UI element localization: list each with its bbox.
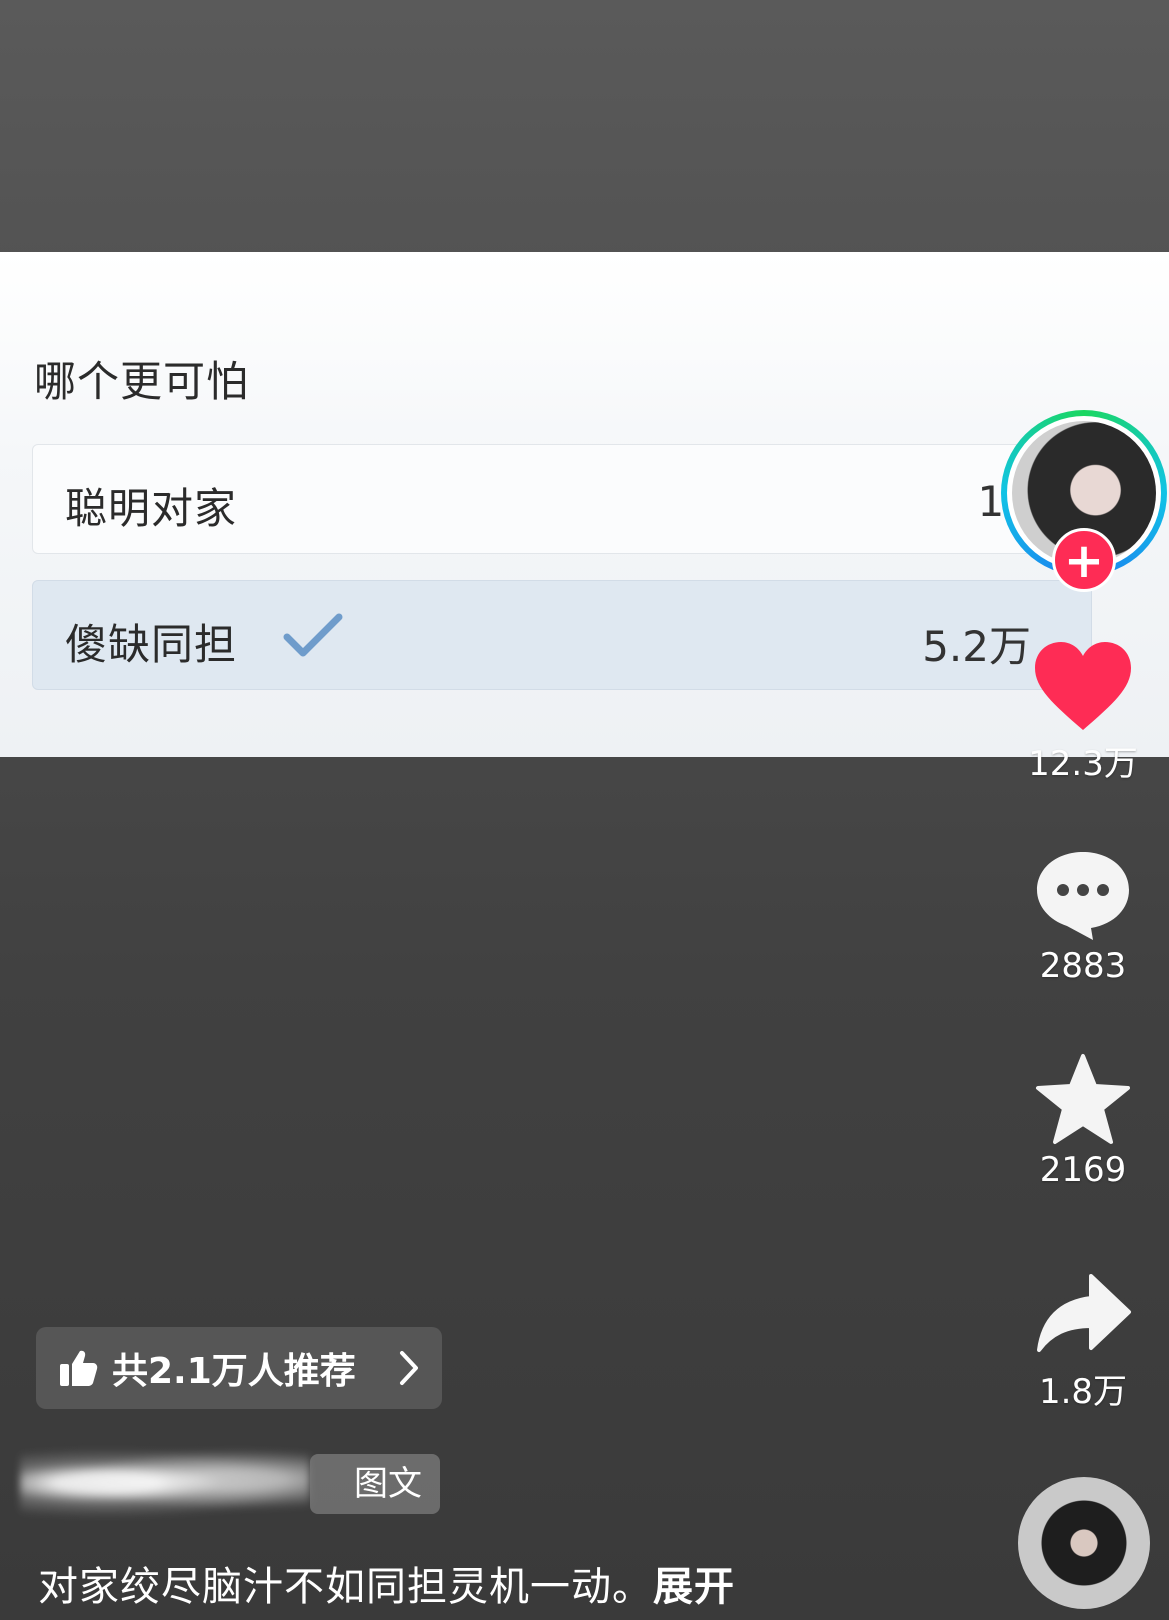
poll-option-count: 5.2万 — [922, 622, 1031, 671]
like-button[interactable]: 12.3万 — [1020, 640, 1146, 785]
caption-text: 对家绞尽脑汁不如同担灵机一动。 — [38, 1564, 653, 1610]
post-caption: 对家绞尽脑汁不如同担灵机一动。展开 — [38, 1554, 735, 1612]
poll-question: 哪个更可怕 — [34, 357, 250, 406]
heart-icon — [1035, 642, 1131, 730]
poll-option-label: 聪明对家 — [65, 484, 238, 533]
favorite-count: 2169 — [1039, 1150, 1127, 1190]
checkmark-icon — [283, 613, 343, 657]
author-row[interactable]: 图文 — [20, 1448, 440, 1518]
recommend-pill[interactable]: 共2.1万人推荐 — [36, 1327, 442, 1409]
share-button[interactable]: 1.8万 — [1020, 1270, 1146, 1413]
star-icon — [1036, 1054, 1130, 1144]
poll-option-smart-rival[interactable]: 聪明对家 13 — [32, 444, 1092, 554]
poll-option-silly-fan[interactable]: 傻缺同担 5.2万 — [32, 580, 1092, 690]
comment-bubble-icon — [1037, 852, 1129, 940]
post-type-tag: 图文 — [310, 1454, 440, 1514]
like-count: 12.3万 — [1028, 744, 1138, 784]
poll-card: 哪个更可怕 聪明对家 13 傻缺同担 5.2万 — [0, 252, 1169, 757]
expand-link[interactable]: 展开 — [653, 1564, 735, 1610]
comment-button[interactable]: 2883 — [1020, 848, 1146, 986]
thumbs-up-icon — [60, 1350, 98, 1386]
follow-button[interactable]: + — [1052, 528, 1116, 592]
chevron-right-icon — [400, 1351, 418, 1385]
author-name-blurred — [20, 1448, 310, 1518]
poll-option-label: 傻缺同担 — [65, 620, 238, 669]
music-disc[interactable] — [1018, 1477, 1150, 1609]
share-arrow-icon — [1037, 1274, 1131, 1352]
comment-count: 2883 — [1039, 946, 1127, 986]
favorite-button[interactable]: 2169 — [1020, 1052, 1146, 1190]
recommend-text: 共2.1万人推荐 — [112, 1351, 356, 1392]
share-count: 1.8万 — [1038, 1372, 1128, 1412]
